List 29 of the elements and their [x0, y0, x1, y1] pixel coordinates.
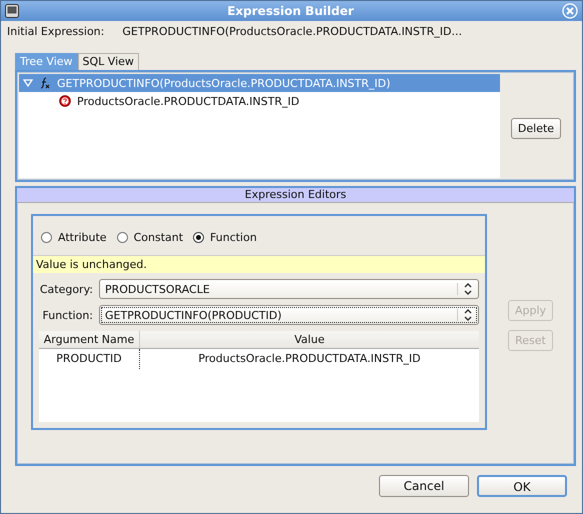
radio-label[interactable]: Constant	[134, 230, 184, 244]
radio-label[interactable]: Function	[210, 230, 257, 244]
table-cell: PRODUCTID	[39, 349, 140, 369]
radio-button[interactable]	[116, 232, 128, 242]
tab[interactable]: SQL View	[78, 53, 139, 70]
cancel-button[interactable]: Cancel	[379, 475, 469, 497]
question-icon	[59, 95, 71, 107]
window-icon[interactable]	[5, 4, 19, 18]
section-header: Expression Editors	[17, 188, 574, 203]
window-title: Expression Builder	[226, 4, 355, 18]
field-label: Initial Expression:	[7, 24, 104, 38]
ok-button[interactable]: OK	[477, 475, 567, 497]
expander-icon[interactable]	[23, 78, 33, 88]
close-icon[interactable]	[562, 3, 578, 19]
field-label: Category:	[38, 282, 93, 296]
function-icon	[39, 77, 51, 89]
column-header[interactable]: Value	[140, 331, 479, 348]
table-cell-text: ProductsOracle.PRODUCTDATA.INSTR_ID	[197, 351, 422, 367]
radio-button[interactable]	[193, 232, 204, 242]
delete-button[interactable]: Delete	[510, 118, 562, 139]
radio-button[interactable]	[41, 232, 52, 242]
column-header[interactable]: Argument Name	[39, 331, 140, 348]
field-label: Function:	[42, 308, 93, 322]
tree-node[interactable]: ProductsOracle.PRODUCTDATA.INSTR_ID	[19, 92, 500, 110]
status-message: Value is unchanged.	[33, 255, 485, 273]
dropdown[interactable]: GETPRODUCTINFO(PRODUCTID)	[99, 305, 479, 325]
radio-label[interactable]: Attribute	[58, 230, 107, 244]
expression-text: GETPRODUCTINFO(ProductsOracle.PRODUCTDATA.INSTR_ID...	[122, 24, 462, 38]
dropdown[interactable]: PRODUCTSORACLE	[99, 279, 479, 299]
